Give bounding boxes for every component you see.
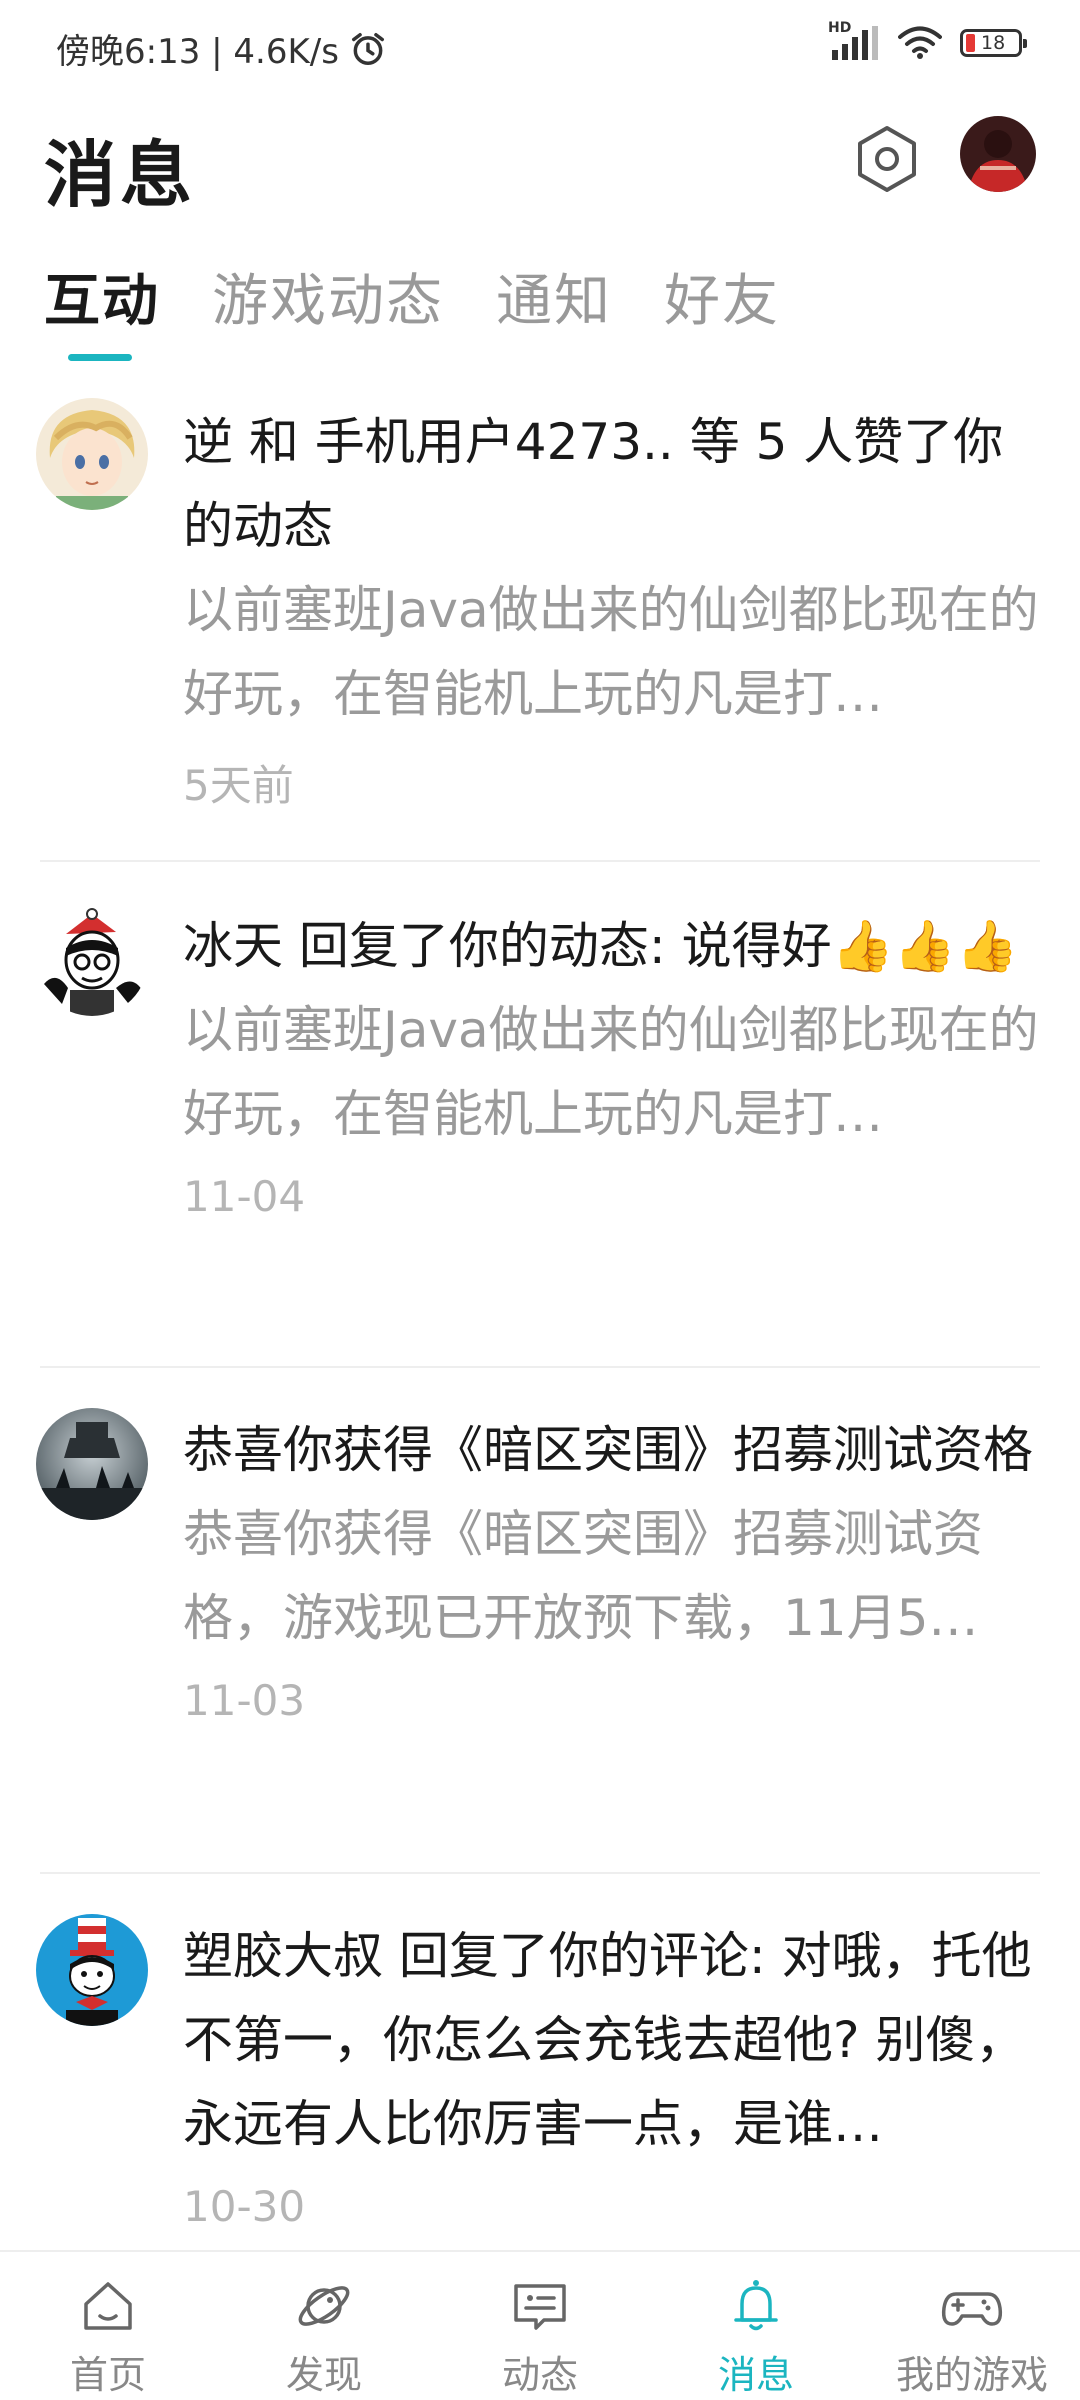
tab-notifications[interactable]: 通知 [496, 256, 612, 361]
message-preview: 以前塞班Java做出来的仙剑都比现在的好玩，在智能机上玩的凡是打… [183, 1001, 1039, 1143]
user-avatar-button[interactable] [960, 116, 1036, 192]
message-preview: 以前塞班Java做出来的仙剑都比现在的好玩，在智能机上玩的凡是打… [183, 581, 1039, 723]
anime-avatar-icon [36, 398, 148, 510]
battery-fill [966, 34, 975, 52]
bell-icon [734, 2280, 778, 2331]
status-bar: 傍晚6:13 | 4.6K/s HD 18 [0, 0, 1080, 96]
nav-label: 我的游戏 [895, 2353, 1048, 2397]
nav-my-games[interactable]: 我的游戏 [864, 2252, 1080, 2400]
hexagon-settings-icon [858, 126, 916, 192]
battery-level: 18 [981, 31, 1006, 54]
tab-label: 游戏动态 [212, 269, 444, 334]
tab-label: 通知 [496, 269, 612, 334]
chat-card-icon [514, 2284, 566, 2330]
message-content: 塑胶大叔 回复了你的评论: 对哦，托他不第一，你怎么会充钱去超他? 别傻，永远有… [183, 1914, 1043, 2231]
tab-label: 互动 [44, 269, 160, 334]
tab-interaction[interactable]: 互动 [44, 256, 160, 361]
game-avatar-icon [36, 1408, 148, 1520]
bottom-nav: 首页 发现 动态 消息 我的游戏 [0, 2250, 1080, 2400]
gamepad-icon [941, 2292, 1003, 2326]
message-title: 塑胶大叔 回复了你的评论: 对哦，托他不第一，你怎么会充钱去超他? 别傻，永远有… [183, 1927, 1032, 2153]
message-tabs: 互动 游戏动态 通知 好友 [44, 256, 780, 361]
message-content: 冰天 回复了你的动态: 说得好👍👍👍 以前塞班Java做出来的仙剑都比现在的好玩… [183, 904, 1043, 1221]
signal-indicator: HD [828, 20, 880, 60]
divider [40, 1366, 1040, 1368]
nav-label: 消息 [717, 2353, 794, 2397]
wifi-icon [898, 26, 942, 59]
message-time: 11-04 [183, 1172, 306, 1221]
message-content: 逆 和 手机用户4273.. 等 5 人赞了你的动态 以前塞班Java做出来的仙… [183, 400, 1043, 813]
message-time: 11-03 [183, 1676, 306, 1725]
tab-label: 好友 [664, 269, 780, 334]
home-icon [84, 2282, 132, 2330]
status-time-speed: 傍晚6:13 | 4.6K/s [56, 32, 339, 72]
network-badge: HD [828, 20, 852, 36]
avatar[interactable] [36, 1914, 148, 2026]
comic-avatar-icon [36, 904, 148, 1016]
nav-home[interactable]: 首页 [0, 2252, 216, 2400]
battery-icon: 18 [960, 29, 1027, 57]
tab-game-updates[interactable]: 游戏动态 [212, 256, 444, 361]
message-time: 10-30 [183, 2182, 306, 2231]
message-preview: 恭喜你获得《暗区突围》招募测试资格，游戏现已开放预下载，11月5… [183, 1505, 983, 1647]
cat-in-hat-avatar-icon [36, 1914, 148, 2026]
settings-button[interactable] [850, 122, 924, 196]
planet-icon [298, 2286, 350, 2326]
tab-friends[interactable]: 好友 [664, 256, 780, 361]
nav-feed[interactable]: 动态 [432, 2252, 648, 2400]
avatar [960, 116, 1036, 192]
nav-label: 动态 [501, 2353, 578, 2397]
page-title: 消息 [44, 133, 197, 217]
nav-discover[interactable]: 发现 [216, 2252, 432, 2400]
message-content: 恭喜你获得《暗区突围》招募测试资格 恭喜你获得《暗区突围》招募测试资格，游戏现已… [183, 1408, 1043, 1725]
avatar[interactable] [36, 1408, 148, 1520]
avatar[interactable] [36, 904, 148, 1016]
message-time: 5天前 [183, 761, 294, 810]
avatar[interactable] [36, 398, 148, 510]
status-left: 傍晚6:13 | 4.6K/s [56, 24, 387, 73]
message-title: 恭喜你获得《暗区突围》招募测试资格 [183, 1421, 1033, 1479]
nav-messages[interactable]: 消息 [648, 2252, 864, 2400]
divider [40, 860, 1040, 862]
message-title: 逆 和 手机用户4273.. 等 5 人赞了你的动态 [183, 413, 1004, 555]
nav-label: 首页 [69, 2353, 146, 2397]
status-right: HD 18 [828, 20, 1027, 60]
tab-active-indicator [68, 354, 132, 361]
divider [40, 1872, 1040, 1874]
alarm-clock-icon [351, 32, 384, 65]
message-title: 冰天 回复了你的动态: 说得好👍👍👍 [183, 917, 1019, 975]
nav-label: 发现 [285, 2353, 362, 2397]
